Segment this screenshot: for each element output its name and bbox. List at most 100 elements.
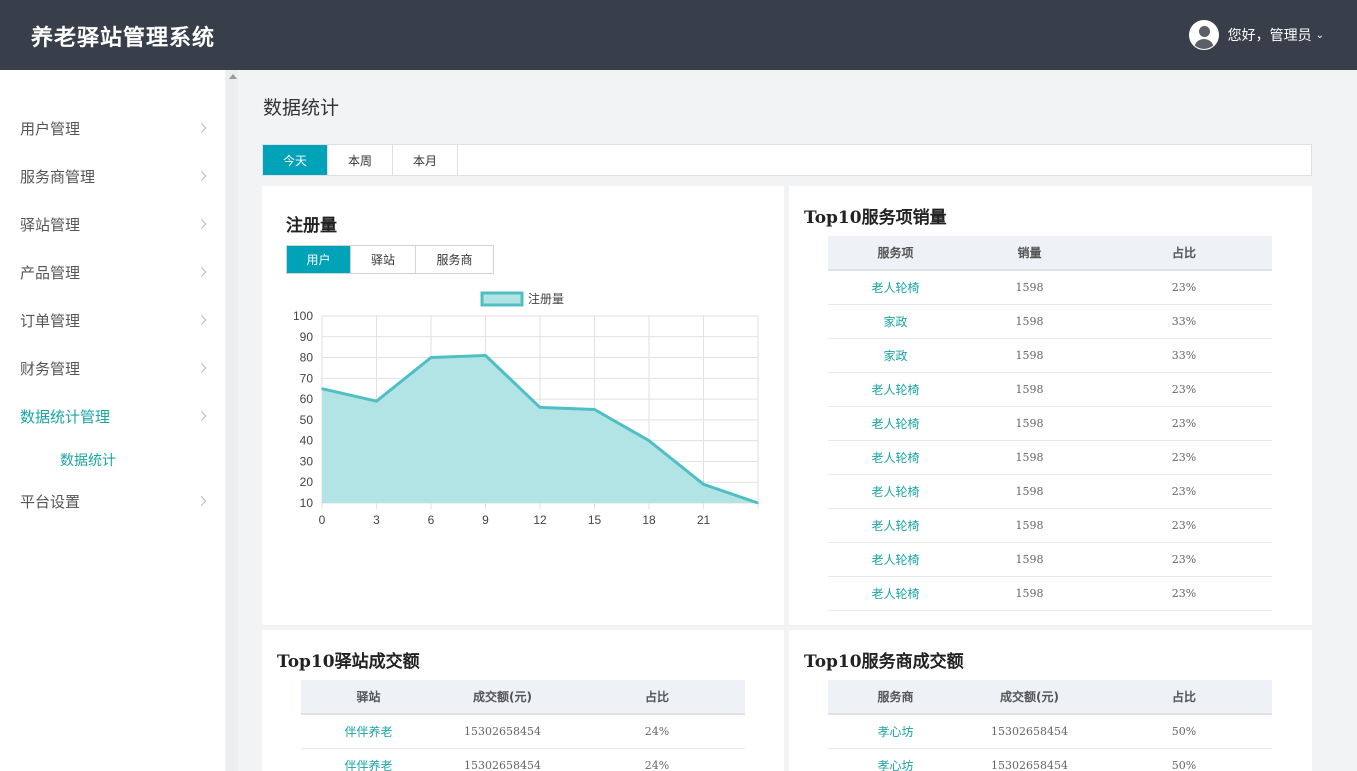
table-cell: 1598 (963, 542, 1096, 577)
table-row: 老人轮椅 1598 23% (828, 270, 1272, 305)
y-tick-label: 30 (300, 454, 314, 468)
sidebar-item-product-management[interactable]: 产品管理 (0, 248, 225, 296)
sidebar-item-platform-settings[interactable]: 平台设置 (0, 477, 225, 525)
column-header: 销量 (963, 236, 1096, 271)
y-tick-label: 20 (300, 475, 314, 489)
table-row: 老人轮椅 1598 23% (828, 474, 1272, 509)
data-point (593, 408, 596, 411)
legend-swatch (480, 291, 524, 307)
x-tick-label: 15 (588, 513, 602, 527)
sidebar-item-order-management[interactable]: 订单管理 (0, 296, 225, 344)
row-link[interactable]: 孝心坊 (828, 714, 963, 749)
top-services-title: Top10服务项销量 (804, 208, 947, 228)
top-stations-title: Top10驿站成交额 (277, 652, 420, 672)
x-tick-label: 3 (373, 513, 380, 527)
table-cell: 1598 (963, 440, 1096, 475)
column-header: 服务项 (828, 236, 963, 271)
user-menu[interactable]: 您好，管理员 ⌄ (1188, 20, 1324, 50)
top-services-table: 服务项 销量 占比 老人轮椅 1598 23% 家政 1598 33% 家政 1598 33% 老… (828, 236, 1272, 611)
table-cell: 15302658454 (963, 714, 1096, 749)
table-cell: 50% (1096, 714, 1272, 749)
y-tick-label: 60 (300, 392, 314, 406)
top-stations-table: 驿站 成交额(元) 占比 伴伴养老 15302658454 24% 伴伴养老 15302… (301, 680, 745, 771)
row-link[interactable]: 家政 (828, 338, 963, 373)
data-point (539, 406, 541, 409)
x-tick-label: 21 (697, 513, 711, 527)
scroll-up-arrow-icon[interactable] (229, 74, 237, 79)
row-link[interactable]: 老人轮椅 (828, 542, 963, 577)
chevron-right-icon (196, 315, 207, 325)
sidebar-subitem-statistics[interactable]: 数据统计 (60, 450, 116, 470)
data-point (648, 439, 650, 442)
chevron-right-icon (196, 496, 207, 506)
y-tick-label: 70 (300, 371, 314, 385)
legend-label: 注册量 (528, 291, 564, 306)
data-point (321, 387, 323, 390)
table-cell: 24% (569, 714, 745, 749)
y-tick-label: 40 (300, 434, 314, 448)
table-cell: 1598 (963, 576, 1096, 611)
sidebar-item-finance-management[interactable]: 财务管理 (0, 344, 225, 392)
row-link[interactable]: 老人轮椅 (828, 406, 963, 441)
x-tick-label: 9 (482, 513, 489, 527)
table-cell: 1598 (963, 372, 1096, 407)
chevron-down-icon[interactable]: ⌄ (1316, 30, 1324, 41)
sidebar-item-statistics-management[interactable]: 数据统计管理 (0, 392, 225, 440)
column-header: 成交额(元) (963, 680, 1096, 715)
row-link[interactable]: 伴伴养老 (301, 714, 436, 749)
range-tabs: 今天 本周 本月 (262, 144, 1312, 176)
row-link[interactable]: 家政 (828, 304, 963, 339)
sidebar-item-user-management[interactable]: 用户管理 (0, 104, 225, 152)
column-header: 占比 (1096, 680, 1272, 715)
sidebar-item-provider-management[interactable]: 服务商管理 (0, 152, 225, 200)
row-link[interactable]: 孝心坊 (828, 748, 963, 771)
tab-today[interactable]: 今天 (263, 145, 328, 175)
row-link[interactable]: 老人轮椅 (828, 440, 963, 475)
row-link[interactable]: 老人轮椅 (828, 270, 963, 305)
top-header: 养老驿站管理系统 您好，管理员 ⌄ (0, 0, 1357, 70)
x-tick-label: 6 (428, 513, 435, 527)
row-link[interactable]: 伴伴养老 (301, 748, 436, 771)
sidebar-item-label: 用户管理 (20, 119, 81, 138)
data-point (375, 400, 378, 402)
tab-this-week[interactable]: 本周 (328, 145, 393, 175)
row-link[interactable]: 老人轮椅 (828, 474, 963, 509)
chevron-right-icon (196, 411, 207, 421)
column-header: 占比 (569, 680, 745, 715)
table-cell: 33% (1096, 304, 1272, 339)
table-cell: 15302658454 (963, 748, 1096, 771)
sidebar-item-label: 产品管理 (20, 263, 81, 282)
table-row: 老人轮椅 1598 23% (828, 508, 1272, 543)
table-cell: 23% (1096, 576, 1272, 611)
sidebar-item-label: 订单管理 (20, 311, 81, 330)
table-cell: 15302658454 (436, 748, 569, 771)
data-point (430, 356, 432, 359)
sidebar-item-label: 平台设置 (20, 492, 81, 511)
table-row: 伴伴养老 15302658454 24% (301, 748, 745, 771)
row-link[interactable]: 老人轮椅 (828, 372, 963, 407)
y-tick-label: 90 (300, 330, 314, 344)
data-point (757, 502, 759, 504)
table-cell: 23% (1096, 372, 1272, 407)
x-tick-label: 0 (319, 513, 326, 527)
table-cell: 1598 (963, 508, 1096, 543)
sidebar-scrollbar[interactable] (226, 70, 238, 771)
x-tick-label: 18 (642, 513, 656, 527)
table-cell: 33% (1096, 338, 1272, 373)
table-row: 家政 1598 33% (828, 304, 1272, 339)
sidebar-item-station-management[interactable]: 驿站管理 (0, 200, 225, 248)
tab-this-month[interactable]: 本月 (393, 145, 458, 175)
user-greeting[interactable]: 您好，管理员 (1228, 25, 1312, 45)
avatar-icon[interactable] (1188, 20, 1219, 50)
chevron-right-icon (196, 219, 207, 229)
page-title: 数据统计 (263, 97, 340, 119)
row-link[interactable]: 老人轮椅 (828, 508, 963, 543)
sidebar: 用户管理 服务商管理 驿站管理 产品管理 订单管理 财务管理 数据统计管理 数据… (0, 70, 225, 771)
table-cell: 1598 (963, 270, 1096, 305)
y-tick-label: 10 (300, 496, 314, 510)
table-cell: 23% (1096, 440, 1272, 475)
table-cell: 23% (1096, 542, 1272, 577)
sidebar-item-label: 财务管理 (20, 359, 81, 378)
row-link[interactable]: 老人轮椅 (828, 576, 963, 611)
table-row: 老人轮椅 1598 23% (828, 542, 1272, 577)
